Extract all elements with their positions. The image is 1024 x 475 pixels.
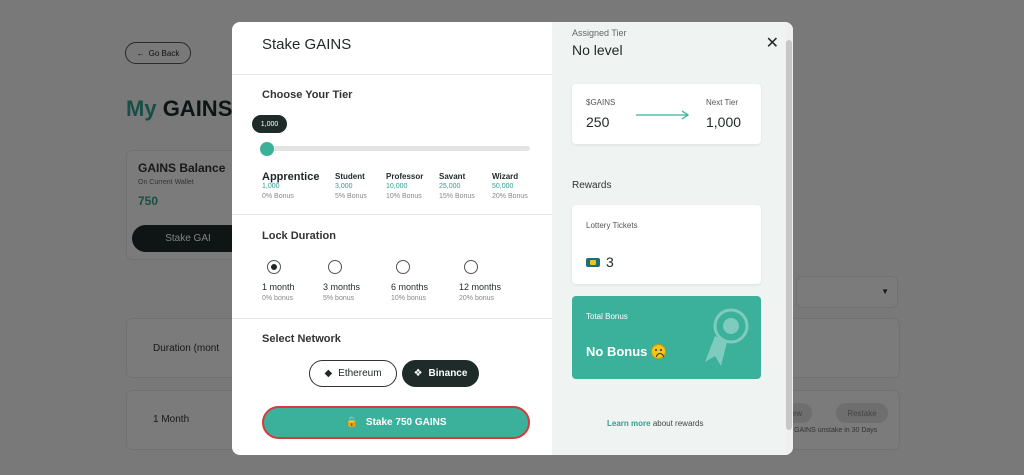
stake-gains-button[interactable]: 🔒 Stake 750 GAINS (262, 406, 530, 439)
lock-duration-heading: Lock Duration (262, 230, 336, 242)
assigned-tier-value: No level (572, 42, 623, 58)
radio[interactable] (464, 260, 478, 274)
ethereum-network-button[interactable]: ◆ Ethereum (309, 360, 397, 387)
duration-option-6-months[interactable]: 6 months 10% bonus (391, 260, 428, 302)
medal-icon (705, 308, 749, 366)
stake-form: Stake GAINS Choose Your Tier 1,000 Appre… (232, 22, 552, 455)
binance-network-button[interactable]: ❖ Binance (402, 360, 479, 387)
radio[interactable] (396, 260, 410, 274)
slider-tooltip: 1,000 (252, 115, 287, 133)
assigned-tier-label: Assigned Tier (572, 28, 627, 38)
tier-savant[interactable]: Savant 25,000 15% Bonus (439, 172, 475, 202)
sad-face-icon (651, 344, 667, 359)
ethereum-icon: ◆ (324, 368, 333, 379)
scrollbar-thumb[interactable] (786, 40, 792, 430)
divider (232, 318, 552, 319)
lock-icon: 🔒 (345, 417, 358, 428)
scrollbar[interactable] (785, 22, 793, 455)
close-icon[interactable]: ✕ (766, 33, 779, 53)
ticket-icon (586, 257, 600, 267)
next-tier-card: $GAINS 250 Next Tier 1,000 (572, 84, 761, 144)
arrow-right-icon (636, 110, 690, 120)
lottery-tickets-card: Lottery Tickets 3 (572, 205, 761, 284)
radio[interactable] (328, 260, 342, 274)
stake-modal: Stake GAINS Choose Your Tier 1,000 Appre… (232, 22, 793, 455)
binance-icon: ❖ (413, 368, 423, 379)
select-network-heading: Select Network (262, 333, 341, 345)
tier-wizard[interactable]: Wizard 50,000 20% Bonus (492, 172, 528, 202)
duration-option-3-months[interactable]: 3 months 5% bonus (323, 260, 360, 302)
modal-title: Stake GAINS (262, 36, 352, 53)
total-bonus-card: Total Bonus No Bonus (572, 296, 761, 379)
tier-slider-handle[interactable] (260, 142, 274, 156)
learn-more-link[interactable]: Learn more (607, 419, 651, 428)
rewards-heading: Rewards (572, 180, 612, 191)
choose-tier-heading: Choose Your Tier (262, 89, 353, 101)
duration-option-1-month[interactable]: 1 month 0% bonus (262, 260, 295, 302)
tier-student[interactable]: Student 3,000 5% Bonus (335, 172, 367, 202)
tier-slider-track[interactable] (262, 146, 530, 151)
tier-apprentice[interactable]: Apprentice 1,000 0% Bonus (262, 172, 319, 202)
rewards-panel: ✕ Assigned Tier No level $GAINS 250 Next… (552, 22, 793, 455)
divider (232, 74, 552, 75)
divider (232, 214, 552, 215)
learn-more-text: Learn more about rewards (607, 419, 704, 428)
tier-professor[interactable]: Professor 10,000 10% Bonus (386, 172, 423, 202)
radio-selected[interactable] (267, 260, 281, 274)
duration-option-12-months[interactable]: 12 months 20% bonus (459, 260, 501, 302)
